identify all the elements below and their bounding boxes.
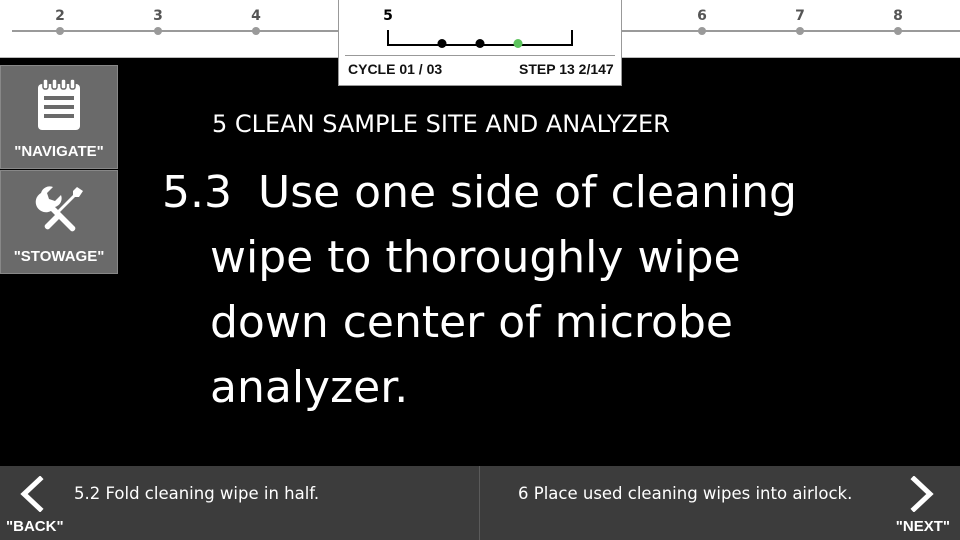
progress-step-4[interactable]: 4 <box>251 8 261 24</box>
navigate-label: "NAVIGATE" <box>14 143 104 160</box>
back-label: "BACK" <box>6 518 64 535</box>
step-line-1: 5.3 Use one side of cleaning <box>162 160 882 225</box>
previous-step-text: 5.2 Fold cleaning wipe in half. <box>74 484 320 503</box>
progress-dot-4[interactable] <box>252 27 260 35</box>
progress-dot-7[interactable] <box>796 27 804 35</box>
progress-step-7[interactable]: 7 <box>795 8 805 24</box>
substep-dot-3-active[interactable] <box>513 39 523 48</box>
chevron-right-icon <box>910 476 934 512</box>
progress-step-5[interactable]: 5 <box>383 8 393 24</box>
next-label: "NEXT" <box>895 518 950 535</box>
step-text-line-1: Use one side of cleaning <box>257 167 797 218</box>
progress-step-3[interactable]: 3 <box>153 8 163 24</box>
progress-dot-2[interactable] <box>56 27 64 35</box>
back-button[interactable]: 5.2 Fold cleaning wipe in half. "BACK" <box>0 466 480 540</box>
procedure-screen: 2 3 4 6 7 8 5 CYCLE 01 / 03 STEP 13 2/14… <box>0 0 960 540</box>
step-text-line-2: wipe to thoroughly wipe <box>210 232 741 283</box>
navigate-button[interactable]: "NAVIGATE" <box>0 65 118 169</box>
stowage-label: "STOWAGE" <box>13 248 105 265</box>
step-text-line-4: analyzer. <box>210 362 409 413</box>
step-counter: STEP 13 2/147 <box>519 61 614 77</box>
footer-nav: 5.2 Fold cleaning wipe in half. "BACK" 6… <box>0 466 960 540</box>
progress-step-8[interactable]: 8 <box>893 8 903 24</box>
cycle-counter: CYCLE 01 / 03 <box>348 61 443 77</box>
progress-dot-8[interactable] <box>894 27 902 35</box>
chevron-left-icon <box>20 476 44 512</box>
next-button[interactable]: 6 Place used cleaning wipes into airlock… <box>481 466 960 540</box>
progress-step-2[interactable]: 2 <box>55 8 65 24</box>
section-title: 5 CLEAN SAMPLE SITE AND ANALYZER <box>212 110 670 138</box>
notepad-icon <box>38 78 80 130</box>
substep-dot-2[interactable] <box>475 39 485 48</box>
current-step-panel: 5 CYCLE 01 / 03 STEP 13 2/147 <box>338 0 622 86</box>
step-number: 5.3 <box>162 167 232 218</box>
progress-dot-3[interactable] <box>154 27 162 35</box>
stowage-button[interactable]: "STOWAGE" <box>0 170 118 274</box>
progress-step-6[interactable]: 6 <box>697 8 707 24</box>
progress-dot-6[interactable] <box>698 27 706 35</box>
tools-icon <box>35 186 83 232</box>
step-instruction: 5.3 Use one side of cleaning wipe to thor… <box>162 160 882 420</box>
next-step-text: 6 Place used cleaning wipes into airlock… <box>518 484 853 503</box>
substep-dot-1[interactable] <box>437 39 447 48</box>
step-text-line-3: down center of microbe <box>210 297 733 348</box>
panel-divider <box>345 55 615 56</box>
